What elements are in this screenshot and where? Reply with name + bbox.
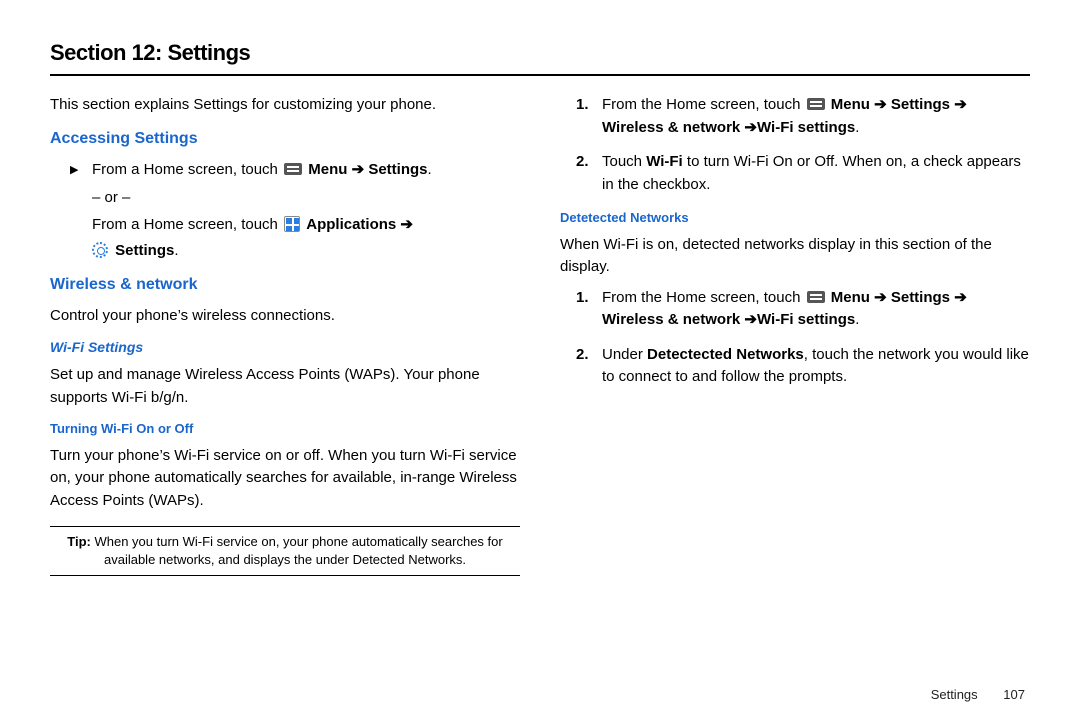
content-columns: This section explains Settings for custo… xyxy=(50,94,1030,576)
menu-label: Menu xyxy=(831,96,870,113)
dot: . xyxy=(428,161,432,178)
left-column: This section explains Settings for custo… xyxy=(50,94,520,576)
intro-text: This section explains Settings for custo… xyxy=(50,94,520,117)
menu-icon xyxy=(807,291,825,303)
settings-label: Settings xyxy=(115,242,174,259)
heading-wireless-network: Wireless & network xyxy=(50,273,520,297)
wifi-settings-label: Wi-Fi settings xyxy=(757,119,855,136)
arrow-icon: ➔ xyxy=(740,119,757,136)
page-footer: Settings 107 xyxy=(931,687,1025,702)
text: From a Home screen, touch xyxy=(92,161,282,178)
arrow-icon: ➔ xyxy=(950,96,967,113)
arrow-icon: ➔ xyxy=(870,96,891,113)
menu-label: Menu xyxy=(308,161,347,178)
menu-icon xyxy=(284,163,302,175)
step-number: 1. xyxy=(576,94,589,117)
wireless-network-label: Wireless & network xyxy=(602,119,740,136)
arrow-icon: ➔ xyxy=(396,216,413,233)
det-step-2: 2. Under Detectected Networks, touch the… xyxy=(560,344,1030,389)
text: From the Home screen, touch xyxy=(602,289,805,306)
settings-label: Settings xyxy=(368,161,427,178)
wireless-desc: Control your phone’s wireless connection… xyxy=(50,305,520,328)
right-column: 1. From the Home screen, touch Menu ➔ Se… xyxy=(560,94,1030,576)
applications-icon xyxy=(284,216,300,232)
menu-label: Menu xyxy=(831,289,870,306)
wifi-desc: Set up and manage Wireless Access Points… xyxy=(50,364,520,409)
wireless-network-label: Wireless & network xyxy=(602,311,740,328)
heading-accessing-settings: Accessing Settings xyxy=(50,127,520,151)
bullet-item: ▶ From a Home screen, touch Menu ➔ Setti… xyxy=(50,159,520,182)
bullet-triangle-icon: ▶ xyxy=(70,162,78,179)
heading-detected-networks: Detetected Networks xyxy=(560,208,1030,228)
alt-line-2: Settings. xyxy=(50,240,520,263)
applications-label: Applications xyxy=(306,216,396,233)
heading-wifi-settings: Wi-Fi Settings xyxy=(50,337,520,358)
detected-networks-label: Detectected Networks xyxy=(647,346,804,363)
menu-icon xyxy=(807,98,825,110)
tip-label: Tip: xyxy=(67,534,91,549)
dot: . xyxy=(855,311,859,328)
tip-box: Tip: When you turn Wi-Fi service on, you… xyxy=(50,526,520,576)
text: Under xyxy=(602,346,647,363)
text: Touch xyxy=(602,153,646,170)
step-number: 1. xyxy=(576,287,589,310)
text: From a Home screen, touch xyxy=(92,216,282,233)
heading-turning-wifi: Turning Wi-Fi On or Off xyxy=(50,419,520,439)
arrow-icon: ➔ xyxy=(740,311,757,328)
settings-label: Settings xyxy=(891,289,950,306)
wifi-settings-label: Wi-Fi settings xyxy=(757,311,855,328)
dot: . xyxy=(855,119,859,136)
alt-line: From a Home screen, touch Applications ➔ xyxy=(50,214,520,237)
or-separator: – or – xyxy=(50,187,520,210)
section-title: Section 12: Settings xyxy=(50,40,1030,76)
step-1: 1. From the Home screen, touch Menu ➔ Se… xyxy=(560,94,1030,139)
turning-wifi-desc: Turn your phone’s Wi-Fi service on or of… xyxy=(50,445,520,513)
tip-text: When you turn Wi-Fi service on, your pho… xyxy=(91,534,503,567)
arrow-icon: ➔ xyxy=(870,289,891,306)
arrow-icon: ➔ xyxy=(347,161,368,178)
settings-label: Settings xyxy=(891,96,950,113)
step-2: 2. Touch Wi-Fi to turn Wi-Fi On or Off. … xyxy=(560,151,1030,196)
step-number: 2. xyxy=(576,151,589,174)
wifi-label: Wi-Fi xyxy=(646,153,683,170)
detected-desc: When Wi-Fi is on, detected networks disp… xyxy=(560,234,1030,279)
dot: . xyxy=(174,242,178,259)
page-number: 107 xyxy=(1003,687,1025,702)
text: From the Home screen, touch xyxy=(602,96,805,113)
step-number: 2. xyxy=(576,344,589,367)
det-step-1: 1. From the Home screen, touch Menu ➔ Se… xyxy=(560,287,1030,332)
footer-label: Settings xyxy=(931,687,978,702)
gear-icon xyxy=(92,242,108,258)
arrow-icon: ➔ xyxy=(950,289,967,306)
